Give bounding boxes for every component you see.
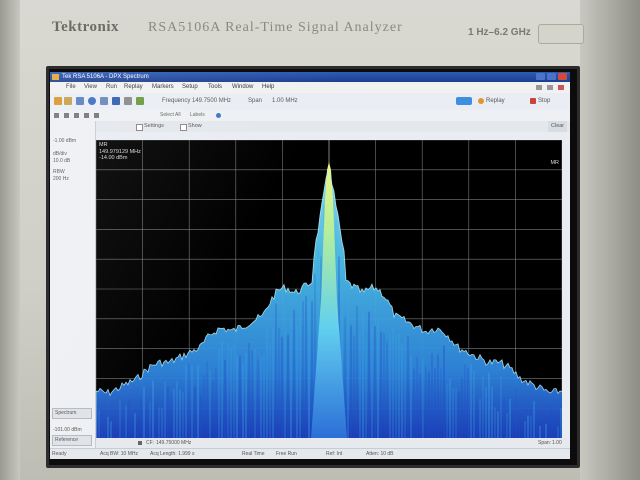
bezel-left-shade xyxy=(0,0,20,480)
display-icon[interactable] xyxy=(88,97,96,105)
title-bar: Tek RSA 5106A - DPX Spectrum xyxy=(50,72,570,82)
menu-tools[interactable]: Tools xyxy=(208,82,222,93)
plot-header: Settings Show Clear xyxy=(96,121,570,132)
main-toolbar: Frequency 149.7500 MHz Span 1.00 MHz Rep… xyxy=(50,93,570,111)
status-bar: Ready Acq BW: 10 MHz Acq Length: 1.999 s… xyxy=(50,448,570,459)
analyzer-app: Tek RSA 5106A - DPX Spectrum File View R… xyxy=(50,72,570,459)
status-ref: Ref: Int xyxy=(326,451,343,457)
pan-icon[interactable] xyxy=(74,113,79,118)
zoom-in-icon[interactable] xyxy=(54,113,59,118)
maximize-icon[interactable] xyxy=(547,73,556,80)
menu-close-icon[interactable] xyxy=(558,85,564,90)
status-real-time: Real Time xyxy=(242,451,265,457)
menu-restore-icon[interactable] xyxy=(547,85,553,90)
cf-marker-icon xyxy=(138,441,142,445)
spectrum-button[interactable]: Spectrum xyxy=(52,408,92,419)
model-label: RSA5106A Real-Time Signal Analyzer xyxy=(148,20,403,35)
show-label: Show xyxy=(188,123,202,129)
stop-icon[interactable] xyxy=(530,98,536,104)
minimize-icon[interactable] xyxy=(536,73,545,80)
menu-minimize-icon[interactable] xyxy=(536,85,542,90)
peak-icon[interactable] xyxy=(84,113,89,118)
footer-span-label: Span: xyxy=(538,440,552,446)
dbdiv-value[interactable]: 10.0 dB xyxy=(53,158,70,164)
status-atten: Atten: 10 dB xyxy=(366,451,394,457)
brand-logo: Tektronix xyxy=(52,19,120,35)
menu-view[interactable]: View xyxy=(84,82,97,93)
dbdiv-label: dB/div xyxy=(53,151,67,157)
ref-level[interactable]: -1.00 dBm xyxy=(53,138,76,144)
home-icon[interactable] xyxy=(54,97,62,105)
settings-label: Settings xyxy=(144,123,164,129)
span-label: Span xyxy=(248,98,263,104)
measure-icon[interactable] xyxy=(124,97,132,105)
marker-icon[interactable] xyxy=(112,97,120,105)
settings-checkbox[interactable] xyxy=(136,124,143,131)
close-icon[interactable] xyxy=(558,73,567,80)
plot-footer: CF: 149.75000 MHz Span: 1.00 MHz xyxy=(96,438,570,456)
replay-icon[interactable] xyxy=(478,98,484,104)
info-icon[interactable] xyxy=(216,113,221,118)
run-button[interactable] xyxy=(456,97,472,105)
select-all-label[interactable]: Select All xyxy=(160,110,181,121)
dpx-spectrum-plot[interactable]: MR 149.979129 MHz -14.00 dBm MR xyxy=(96,140,562,438)
rbw-value[interactable]: 200 Hz xyxy=(53,176,69,182)
next-peak-icon[interactable] xyxy=(94,113,99,118)
window-title: Tek RSA 5106A - DPX Spectrum xyxy=(62,74,149,80)
clear-button[interactable]: Clear xyxy=(548,121,568,132)
frequency-label: Frequency xyxy=(162,98,191,104)
save-icon[interactable] xyxy=(76,97,84,105)
open-icon[interactable] xyxy=(64,97,72,105)
menu-run[interactable]: Run xyxy=(106,82,117,93)
span-value[interactable]: 1.00 MHz xyxy=(272,98,298,104)
zoom-out-icon[interactable] xyxy=(64,113,69,118)
marker-right-label: MR xyxy=(550,160,559,166)
cf-value[interactable]: 149.75000 MHz xyxy=(156,438,191,448)
frequency-value[interactable]: 149.7500 MHz xyxy=(192,98,231,104)
menu-file[interactable]: File xyxy=(66,82,76,93)
marker-readout: MR 149.979129 MHz -14.00 dBm xyxy=(99,142,141,162)
rbw-label: RBW xyxy=(53,169,65,175)
replay-label[interactable]: Replay xyxy=(486,98,505,104)
cf-label: CF: xyxy=(146,440,155,446)
menu-markers[interactable]: Markers xyxy=(152,82,174,93)
menu-replay[interactable]: Replay xyxy=(124,82,143,93)
marker-level: -14.00 dBm xyxy=(99,155,128,161)
labels-label[interactable]: Labels xyxy=(190,110,205,121)
left-panel: -1.00 dBm dB/div 10.0 dB RBW 200 Hz Spec… xyxy=(50,121,96,448)
menu-help[interactable]: Help xyxy=(262,82,274,93)
status-acq-bw: Acq BW: 10 MHz xyxy=(100,451,138,457)
preset-icon[interactable] xyxy=(136,97,144,105)
stop-label[interactable]: Stop xyxy=(538,98,550,104)
reference-button[interactable]: Reference xyxy=(52,435,92,446)
menu-setup[interactable]: Setup xyxy=(182,82,198,93)
trigger-icon[interactable] xyxy=(100,97,108,105)
bottom-level: -101.00 dBm xyxy=(53,427,82,433)
show-checkbox[interactable] xyxy=(180,124,187,131)
status-free-run: Free Run xyxy=(276,451,297,457)
status-acq-length: Acq Length: 1.999 s xyxy=(150,451,195,457)
menu-bar: File View Run Replay Markers Setup Tools… xyxy=(50,82,570,93)
freq-range-label: 1 Hz–6.2 GHz xyxy=(468,27,531,38)
front-panel-button[interactable] xyxy=(538,24,584,44)
bezel-right-shade xyxy=(580,0,640,480)
status-ready: Ready xyxy=(52,451,67,457)
spectrum-svg xyxy=(96,140,562,438)
menu-window[interactable]: Window xyxy=(232,82,253,93)
app-logo-icon xyxy=(52,74,59,80)
